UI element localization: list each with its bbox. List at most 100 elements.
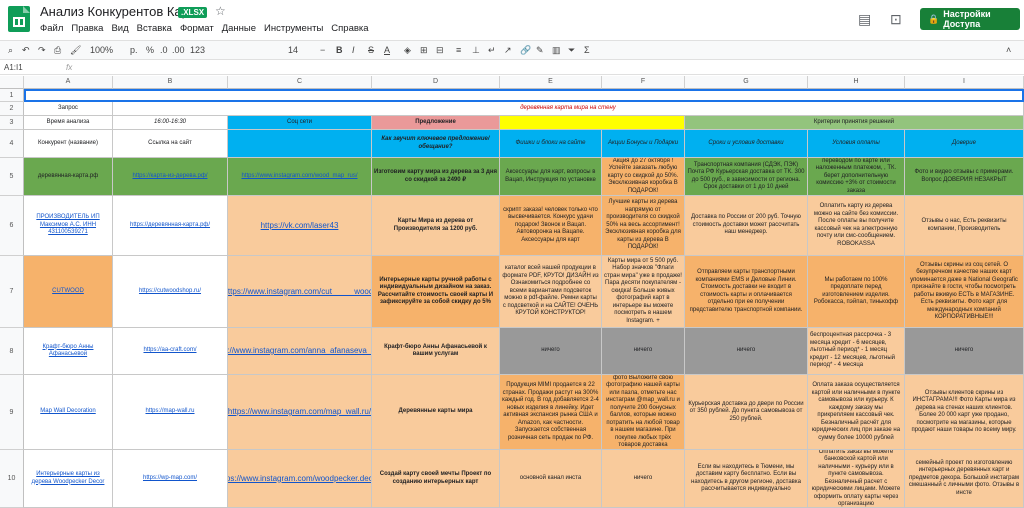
percent-format-button[interactable]: % [146, 45, 154, 55]
cell-c10[interactable]: https://www.instagram.com/woodpecker.dec… [228, 450, 372, 508]
row-header-7[interactable]: 7 [0, 256, 24, 328]
row-header-2[interactable]: 2 [0, 102, 24, 116]
cell-h8[interactable]: беспроцентная рассрочка - 3 месяца креди… [808, 328, 905, 375]
cell-f6[interactable]: Лучшие карты из дерева напрямую от произ… [602, 196, 685, 256]
cell-d8[interactable]: Крафт-бюро Анны Афанасьевой к вашим услу… [372, 328, 500, 375]
cell-e5[interactable]: Аксессуары для карт, вопросы в Вацап, Ин… [500, 158, 602, 196]
comment-icon[interactable]: ✎ [536, 45, 544, 56]
cell-b2-query-value[interactable]: деревянная карта мира на стену [113, 102, 1024, 116]
cell-row1-merged[interactable] [24, 89, 1024, 102]
cell-d7[interactable]: Интерьерные карты ручной работы с индиви… [372, 256, 500, 328]
menu-insert[interactable]: Вставка [137, 23, 172, 34]
cell-g3-criteria[interactable]: Критерии принятия решений [685, 116, 1024, 130]
row-header-8[interactable]: 8 [0, 328, 24, 375]
cell-e10[interactable]: основной канал инста [500, 450, 602, 508]
row-header-5[interactable]: 5 [0, 158, 24, 196]
collapse-toolbar-icon[interactable]: ˄ [1006, 45, 1011, 55]
cell-h6[interactable]: Оплатить карту из дерева можно на сайте … [808, 196, 905, 256]
redo-icon[interactable]: ↷ [38, 45, 46, 56]
cell-b4[interactable]: Ссылка на сайт [113, 130, 228, 158]
font-size-select[interactable]: 14 [288, 45, 298, 55]
sheets-logo-icon[interactable] [8, 6, 30, 32]
cell-i5[interactable]: Фото и видео отзывы с примерами. Вопрос … [905, 158, 1024, 196]
paint-format-icon[interactable]: 🖌 [70, 45, 81, 56]
cell-b10[interactable]: https://wp-map.com/ [113, 450, 228, 508]
print-icon[interactable]: ⎙ [54, 45, 61, 56]
cell-b3[interactable]: 16:00-16:30 [113, 116, 228, 130]
align-icon[interactable]: ≡ [456, 45, 461, 55]
bold-button[interactable]: B [336, 45, 343, 55]
cell-g8[interactable]: ничего [685, 328, 808, 375]
cell-i7[interactable]: Отзывы скрины из соц сетей. О безупречно… [905, 256, 1024, 328]
menu-format[interactable]: Формат [180, 23, 214, 34]
share-button[interactable]: 🔒 Настройки Доступа [920, 8, 1020, 30]
search-menus-icon[interactable]: ⌕ [8, 45, 13, 56]
functions-icon[interactable]: Σ [584, 45, 590, 55]
cell-g5[interactable]: Транспортная компания (СДЭК, ПЭК) Почта … [685, 158, 808, 196]
cell-i9[interactable]: Отзывы клиентов скрины из ИНСТАГРАМА!!! … [905, 375, 1024, 450]
star-icon[interactable]: ☆ [215, 4, 226, 18]
column-header-c[interactable]: C [228, 76, 372, 89]
cell-i6[interactable]: Отзывы о нас, Есть реквизиты компании, П… [905, 196, 1024, 256]
menu-help[interactable]: Справка [331, 23, 368, 34]
cell-a2-query-label[interactable]: Запрос [24, 102, 113, 116]
italic-button[interactable]: I [352, 45, 355, 55]
wrap-icon[interactable]: ↵ [488, 45, 496, 56]
cell-c8[interactable]: https://www.instagram.com/anna_afanaseva… [228, 328, 372, 375]
strikethrough-button[interactable]: S [368, 45, 374, 55]
cell-d5[interactable]: Изготовим карту мира из дерева за 3 дня … [372, 158, 500, 196]
name-box[interactable]: A1:I1 [4, 63, 23, 72]
cell-g4[interactable]: Сроки и условия доставки [685, 130, 808, 158]
cell-g7[interactable]: Отправляем карты транспортными компаниям… [685, 256, 808, 328]
column-header-d[interactable]: D [372, 76, 500, 89]
row-header-3[interactable]: 3 [0, 116, 24, 130]
cell-d10[interactable]: Создай карту своей мечты Проект по созда… [372, 450, 500, 508]
text-color-button[interactable]: A [384, 45, 390, 55]
cell-h7[interactable]: Мы работаем по 100% предоплате перед изг… [808, 256, 905, 328]
fill-color-icon[interactable]: ◈ [404, 45, 411, 56]
cell-b6[interactable]: https://деревянная-карта.рф/ [113, 196, 228, 256]
menu-edit[interactable]: Правка [71, 23, 103, 34]
row-header-6[interactable]: 6 [0, 196, 24, 256]
link-icon[interactable]: 🔗 [520, 45, 531, 56]
cell-c5[interactable]: https://www.instagram.com/wood_map_rus/ [228, 158, 372, 196]
merge-cells-icon[interactable]: ⊟ [436, 45, 444, 56]
cell-c6[interactable]: https://vk.com/laser43 [228, 196, 372, 256]
cell-b8[interactable]: https://aa-craft.com/ [113, 328, 228, 375]
menu-data[interactable]: Данные [222, 23, 256, 34]
cell-a9[interactable]: Map Wall Decoration [24, 375, 113, 450]
column-header-b[interactable]: B [113, 76, 228, 89]
column-header-a[interactable]: A [24, 76, 113, 89]
cell-h5[interactable]: переводом по карте или наложенным платеж… [808, 158, 905, 196]
cell-e3-f3[interactable] [500, 116, 685, 130]
cell-h10[interactable]: Оплатить заказ вы можете банковской карт… [808, 450, 905, 508]
cell-g10[interactable]: Если вы находитесь в Тюмени, мы доставим… [685, 450, 808, 508]
cell-a7[interactable]: CUTWOOD [24, 256, 113, 328]
valign-icon[interactable]: ⊥ [472, 45, 480, 56]
cell-e6[interactable]: скрипт заказа! человек только что высвеч… [500, 196, 602, 256]
cell-i10[interactable]: семейный проект по изготовлению интерьер… [905, 450, 1024, 508]
meet-icon[interactable]: ⊡ [890, 11, 902, 28]
menu-file[interactable]: Файл [40, 23, 63, 34]
cell-a8[interactable]: Крафт-бюро Анны Афанасьевой [24, 328, 113, 375]
cell-e9[interactable]: Продукция MIMI продается в 22 странах. П… [500, 375, 602, 450]
cell-d4[interactable]: Как звучит ключевое предложение/обещание… [372, 130, 500, 158]
comments-icon[interactable]: ▤ [858, 11, 871, 28]
borders-icon[interactable]: ⊞ [420, 45, 428, 56]
cell-e4[interactable]: Фишки и блоки на сайте [500, 130, 602, 158]
cell-f4[interactable]: Акции Бонусы и Подарки [602, 130, 685, 158]
cell-b7[interactable]: https://cutwoodshop.ru/ [113, 256, 228, 328]
filter-icon[interactable]: ⏷ [568, 45, 575, 56]
cell-f9[interactable]: 200 бонусных баллов за фото Выложите сво… [602, 375, 685, 450]
column-header-h[interactable]: H [808, 76, 905, 89]
row-header-4[interactable]: 4 [0, 130, 24, 158]
select-all-corner[interactable] [0, 76, 24, 89]
rotate-icon[interactable]: ↗ [504, 45, 512, 56]
column-header-i[interactable]: I [905, 76, 1024, 89]
cell-i8[interactable]: ничего [905, 328, 1024, 375]
cell-g9[interactable]: Курьерская доставка до двери по России о… [685, 375, 808, 450]
zoom-select[interactable]: 100% [90, 45, 113, 55]
cell-b5[interactable]: https://карта-из-дерева.рф/ [113, 158, 228, 196]
cell-i4[interactable]: Доверие [905, 130, 1024, 158]
undo-icon[interactable]: ↶ [22, 45, 30, 56]
